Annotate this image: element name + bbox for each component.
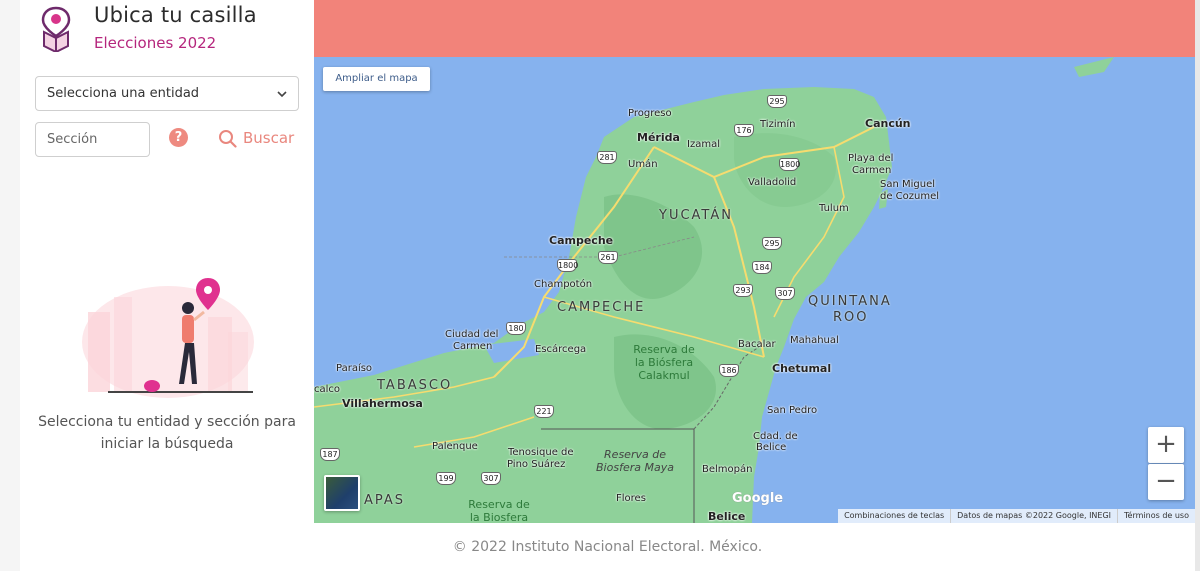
satellite-toggle-button[interactable] [324,475,360,511]
city-label: San Pedro [767,405,818,416]
entity-select-value: Selecciona una entidad [47,86,200,101]
reserve-line: la Biósfera [634,356,694,369]
highway-shield: 281 [597,151,617,164]
state-label: YUCATÁN [659,208,733,223]
reserve-line: Reserva de [633,343,695,356]
city-label: Izamal [687,139,720,150]
search-button-label: Buscar [243,129,295,147]
app-subtitle: Elecciones 2022 [94,34,217,52]
reserve-line: Biosfera Maya [596,461,674,474]
sidebar: Ubica tu casilla Elecciones 2022 Selecci… [20,0,314,523]
google-logo: Google [732,491,784,506]
city-label: Cdad. de [753,431,798,442]
expand-map-button[interactable]: Ampliar el mapa [323,67,430,91]
map-terrain [314,57,1114,523]
highway-shield: 1800 [557,259,579,272]
help-icon[interactable]: ? [169,128,188,147]
city-label: Paraíso [336,363,373,374]
highway-shield: 293 [733,284,753,297]
city-label: Belice [756,442,787,453]
footer-copyright: © 2022 Instituto Nacional Electoral. Méx… [452,539,763,555]
highway-shield: 295 [762,237,782,250]
city-label: San Miguel [880,179,936,190]
reserve-label: Reserva de la Biósfera Calakmul [624,343,704,382]
highway-shield: 186 [719,364,739,377]
empty-state-hint: Selecciona tu entidad y sección para ini… [35,411,299,455]
city-label: Mahahual [790,335,839,346]
highway-shield: 176 [734,124,754,137]
reserve-label: Reserva de Biosfera Maya [590,448,680,474]
hint-line-1: Selecciona tu entidad y sección para [38,414,296,430]
reserve-label: Reserva de la Biosfera [459,498,539,523]
map-data-credit: Datos de mapas ©2022 Google, INEGI [950,509,1117,523]
page: Ubica tu casilla Elecciones 2022 Selecci… [20,0,1195,571]
highway-shield: 221 [534,405,554,418]
state-label: ROO [833,310,869,325]
city-label: Tulum [819,203,849,214]
city-label: Flores [616,493,646,504]
city-label: Chetumal [772,362,832,375]
zoom-out-button[interactable]: − [1148,464,1184,500]
state-label: APAS [364,493,406,508]
city-label: Bacalar [738,339,776,350]
state-label: QUINTANA [808,294,892,309]
city-label: Tizimín [760,119,796,130]
highway-shield: 261 [598,251,618,264]
city-label: Palenque [432,441,478,452]
highway-shield: 307 [775,287,795,300]
highway-shield: 187 [320,448,340,461]
city-label: Cancún [865,117,911,130]
chevron-down-icon [277,91,287,98]
city-label: Ciudad del [445,329,499,340]
search-icon [219,129,237,148]
state-label: CAMPECHE [557,300,646,315]
city-label: Carmen [852,165,892,176]
city-label: Pino Suárez [507,459,566,470]
section-input[interactable] [36,123,149,156]
search-button[interactable]: Buscar [218,127,294,149]
city-label: de Cozumel [880,191,940,202]
city-label: Mérida [637,131,680,144]
highway-shield: 295 [767,95,787,108]
hint-line-2: iniciar la búsqueda [100,436,234,452]
city-label: Carmen [453,341,493,352]
terms-link[interactable]: Términos de uso [1117,509,1195,523]
entity-select[interactable]: Selecciona una entidad [35,76,299,111]
app-title: Ubica tu casilla [94,3,257,27]
city-label: Villahermosa [342,397,423,410]
section-field[interactable] [35,122,150,157]
map-attribution: Combinaciones de teclas Datos de mapas ©… [838,509,1195,523]
highway-shield: 1800 [779,158,801,171]
city-label: Champotón [534,279,593,290]
map-area: Ampliar el mapa Progreso Mérida Izamal U… [314,0,1195,523]
city-label: Campeche [549,234,614,247]
browser-viewport: Ubica tu casilla Elecciones 2022 Selecci… [0,0,1200,571]
reserve-line: Reserva de [604,448,666,461]
city-label: Escárcega [535,344,587,355]
ballot-location-logo-icon [41,6,71,52]
city-label: Progreso [628,108,672,119]
keyboard-shortcuts-link[interactable]: Combinaciones de teclas [838,509,950,523]
reserve-line: Reserva de [468,498,530,511]
city-label: Umán [628,159,658,170]
scrollbar[interactable] [1195,0,1200,571]
reserve-line: la Biosfera [469,511,529,523]
reserve-line: Calakmul [638,369,690,382]
city-label: Playa del [848,153,894,164]
city-label: Belmopán [702,464,753,475]
zoom-in-button[interactable]: + [1148,427,1184,463]
city-label: Tenosique de [508,447,574,458]
state-label: TABASCO [377,378,453,393]
city-label: Valladolid [748,177,797,188]
map-canvas[interactable]: Ampliar el mapa Progreso Mérida Izamal U… [314,57,1195,523]
highway-shield: 199 [436,472,456,485]
highway-shield: 180 [506,322,526,335]
highway-shield: 307 [481,472,501,485]
city-label: Belice [708,510,746,523]
map-top-banner [314,0,1195,57]
highway-shield: 184 [752,261,772,274]
city-label: calco [314,384,341,395]
person-location-illustration [82,278,254,398]
